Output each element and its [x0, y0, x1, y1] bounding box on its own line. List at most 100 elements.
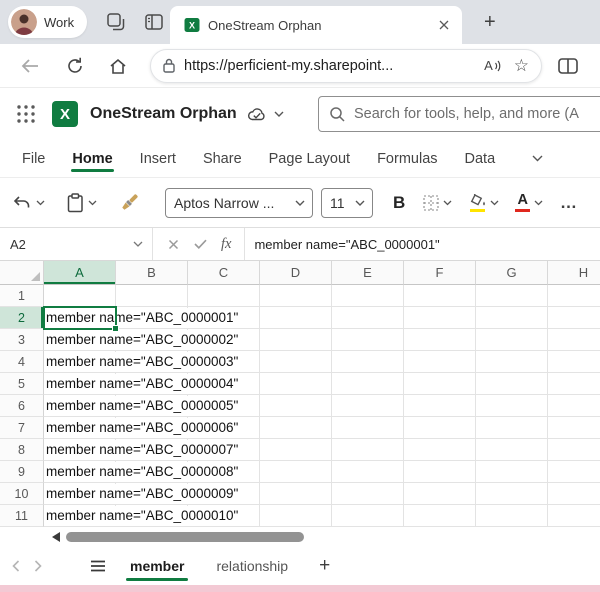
ribbon-collapse-chevron-icon[interactable]: [532, 155, 543, 162]
browser-tab[interactable]: X OneStream Orphan: [170, 6, 462, 44]
row-header-11[interactable]: 11: [0, 505, 44, 527]
cell-H4[interactable]: [548, 351, 600, 373]
cell-E11[interactable]: [332, 505, 404, 527]
vertical-tabs-icon[interactable]: [145, 14, 163, 30]
bold-button[interactable]: B: [393, 193, 405, 213]
cell-E5[interactable]: [332, 373, 404, 395]
home-icon[interactable]: [108, 57, 128, 75]
cell-D11[interactable]: [260, 505, 332, 527]
fill-color-chevron-icon[interactable]: [490, 200, 499, 206]
cell-H8[interactable]: [548, 439, 600, 461]
cell-F7[interactable]: [404, 417, 476, 439]
fill-color-button[interactable]: [468, 193, 499, 212]
cell-H11[interactable]: [548, 505, 600, 527]
cell-G4[interactable]: [476, 351, 548, 373]
fill-handle[interactable]: [112, 325, 119, 332]
row-header-3[interactable]: 3: [0, 329, 44, 351]
font-name-select[interactable]: Aptos Narrow ...: [165, 187, 313, 218]
split-screen-icon[interactable]: [558, 57, 578, 74]
column-header-f[interactable]: F: [404, 261, 476, 285]
ribbon-more-button[interactable]: …: [560, 193, 578, 213]
cell-G11[interactable]: [476, 505, 548, 527]
all-sheets-menu-icon[interactable]: [90, 560, 106, 572]
insert-function-icon[interactable]: fx: [221, 236, 231, 253]
cell-C1[interactable]: [188, 285, 260, 307]
column-header-a[interactable]: A: [44, 261, 116, 285]
cell-F5[interactable]: [404, 373, 476, 395]
column-header-c[interactable]: C: [188, 261, 260, 285]
cell-E1[interactable]: [332, 285, 404, 307]
menu-item-insert[interactable]: Insert: [140, 140, 176, 177]
row-header-8[interactable]: 8: [0, 439, 44, 461]
cell-E2[interactable]: [332, 307, 404, 329]
row-header-10[interactable]: 10: [0, 483, 44, 505]
menu-item-formulas[interactable]: Formulas: [377, 140, 437, 177]
cell-E8[interactable]: [332, 439, 404, 461]
cell-H5[interactable]: [548, 373, 600, 395]
cell-F9[interactable]: [404, 461, 476, 483]
browser-profile-button[interactable]: Work: [8, 6, 88, 38]
add-sheet-button[interactable]: +: [314, 555, 335, 577]
cell-D6[interactable]: [260, 395, 332, 417]
undo-button[interactable]: [12, 194, 45, 211]
cell-D7[interactable]: [260, 417, 332, 439]
cell-H1[interactable]: [548, 285, 600, 307]
workspaces-icon[interactable]: [107, 13, 125, 31]
cell-E9[interactable]: [332, 461, 404, 483]
title-chevron-icon[interactable]: [274, 111, 284, 117]
cell-G8[interactable]: [476, 439, 548, 461]
sheet-tab-relationship[interactable]: relationship: [212, 547, 292, 585]
cell-F4[interactable]: [404, 351, 476, 373]
cell-D8[interactable]: [260, 439, 332, 461]
saved-status-icon[interactable]: [247, 106, 267, 122]
cancel-entry-icon[interactable]: [168, 239, 179, 250]
cell-G3[interactable]: [476, 329, 548, 351]
next-sheet-icon[interactable]: [34, 560, 42, 572]
cell-G5[interactable]: [476, 373, 548, 395]
paste-chevron-icon[interactable]: [88, 200, 97, 206]
refresh-icon[interactable]: [66, 57, 84, 75]
row-header-4[interactable]: 4: [0, 351, 44, 373]
cell-A1[interactable]: [44, 285, 116, 307]
column-header-g[interactable]: G: [476, 261, 548, 285]
row-header-9[interactable]: 9: [0, 461, 44, 483]
cell-F11[interactable]: [404, 505, 476, 527]
row-header-1[interactable]: 1: [0, 285, 44, 307]
scroll-left-icon[interactable]: [52, 532, 60, 542]
cell-E7[interactable]: [332, 417, 404, 439]
cell-D1[interactable]: [260, 285, 332, 307]
menu-item-home[interactable]: Home: [71, 140, 114, 177]
cell-E4[interactable]: [332, 351, 404, 373]
cell-F6[interactable]: [404, 395, 476, 417]
address-bar[interactable]: https://perficient-my.sharepoint... A ☆: [150, 48, 542, 83]
font-color-chevron-icon[interactable]: [534, 200, 543, 206]
scrollbar-thumb[interactable]: [66, 532, 304, 542]
confirm-entry-icon[interactable]: [194, 239, 207, 249]
borders-chevron-icon[interactable]: [443, 200, 452, 206]
row-header-7[interactable]: 7: [0, 417, 44, 439]
cell-F8[interactable]: [404, 439, 476, 461]
prev-sheet-icon[interactable]: [12, 560, 20, 572]
search-input[interactable]: [354, 106, 600, 122]
cell-E6[interactable]: [332, 395, 404, 417]
cell-G6[interactable]: [476, 395, 548, 417]
cell-H10[interactable]: [548, 483, 600, 505]
column-header-e[interactable]: E: [332, 261, 404, 285]
formula-content[interactable]: member name="ABC_0000001": [254, 237, 439, 252]
search-box[interactable]: [318, 96, 600, 132]
cell-D5[interactable]: [260, 373, 332, 395]
column-header-d[interactable]: D: [260, 261, 332, 285]
document-title[interactable]: OneStream Orphan: [90, 105, 237, 123]
cell-D9[interactable]: [260, 461, 332, 483]
favorites-star-icon[interactable]: ☆: [514, 57, 529, 74]
cell-F1[interactable]: [404, 285, 476, 307]
menu-item-share[interactable]: Share: [203, 140, 242, 177]
borders-button[interactable]: [423, 194, 452, 211]
cell-E3[interactable]: [332, 329, 404, 351]
app-launcher-icon[interactable]: [16, 104, 36, 124]
cell-E10[interactable]: [332, 483, 404, 505]
cell-G9[interactable]: [476, 461, 548, 483]
cell-F10[interactable]: [404, 483, 476, 505]
cell-G10[interactable]: [476, 483, 548, 505]
cell-B1[interactable]: [116, 285, 188, 307]
